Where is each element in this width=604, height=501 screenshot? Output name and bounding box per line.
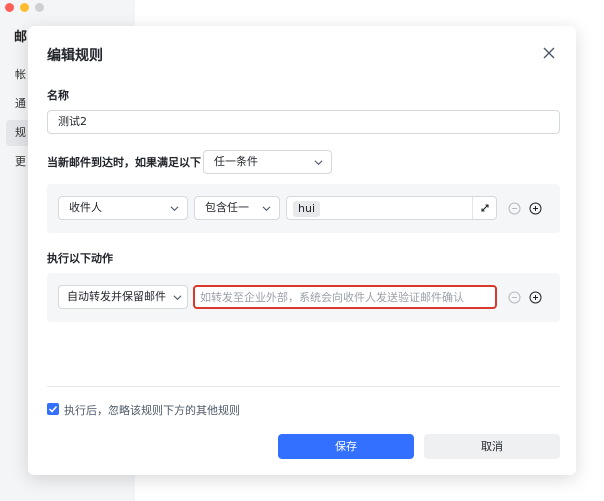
condition-field-select[interactable]: 收件人 bbox=[58, 196, 188, 220]
cancel-button[interactable]: 取消 bbox=[424, 434, 560, 459]
name-input[interactable]: 测试2 bbox=[47, 110, 560, 134]
chevron-down-icon bbox=[262, 206, 271, 212]
edit-rule-dialog: 编辑规则 名称 测试2 当新邮件到达时，如果满足以下 任一条件 收件人 包含任一 bbox=[28, 26, 576, 475]
plus-circle-icon bbox=[529, 291, 542, 304]
checkmark-icon bbox=[48, 405, 58, 413]
action-type-select[interactable]: 自动转发并保留邮件 bbox=[58, 285, 188, 309]
condition-operator-select[interactable]: 包含任一 bbox=[194, 196, 280, 220]
action-label: 执行以下动作 bbox=[47, 252, 113, 265]
condition-operator-value: 包含任一 bbox=[205, 201, 249, 214]
close-dialog-button[interactable] bbox=[542, 46, 556, 60]
chevron-down-icon bbox=[170, 206, 179, 212]
minimize-window-button[interactable] bbox=[20, 3, 29, 12]
add-condition-button[interactable] bbox=[529, 202, 542, 215]
close-window-button[interactable] bbox=[5, 3, 14, 12]
condition-mode-value: 任一条件 bbox=[214, 155, 258, 168]
condition-panel: 收件人 包含任一 hui bbox=[47, 184, 560, 233]
skip-rules-label[interactable]: 执行后，忽略该规则下方的其他规则 bbox=[64, 402, 240, 418]
close-icon bbox=[543, 47, 555, 59]
forward-address-input[interactable] bbox=[193, 285, 497, 309]
expand-icon bbox=[481, 204, 489, 212]
chevron-down-icon bbox=[314, 160, 323, 166]
skip-rules-checkbox[interactable] bbox=[47, 403, 59, 415]
save-button[interactable]: 保存 bbox=[278, 434, 414, 459]
footer-divider bbox=[47, 386, 560, 387]
minus-circle-icon bbox=[508, 291, 521, 304]
expand-button[interactable] bbox=[472, 197, 496, 219]
add-action-button[interactable] bbox=[529, 291, 542, 304]
condition-mode-select[interactable]: 任一条件 bbox=[203, 150, 332, 174]
name-label: 名称 bbox=[47, 89, 69, 102]
minus-circle-icon bbox=[508, 202, 521, 215]
action-panel: 自动转发并保留邮件 bbox=[47, 273, 560, 322]
action-type-value: 自动转发并保留邮件 bbox=[67, 290, 166, 303]
remove-action-button[interactable] bbox=[508, 291, 521, 304]
app-title: 邮 bbox=[14, 30, 28, 45]
dialog-title: 编辑规则 bbox=[47, 48, 103, 64]
condition-label: 当新邮件到达时，如果满足以下 bbox=[47, 156, 201, 169]
window-controls bbox=[5, 3, 44, 12]
condition-value-input[interactable]: hui bbox=[286, 196, 497, 220]
condition-value-tag[interactable]: hui bbox=[293, 201, 320, 217]
chevron-down-icon bbox=[173, 295, 182, 301]
zoom-window-button[interactable] bbox=[35, 3, 44, 12]
condition-field-value: 收件人 bbox=[69, 201, 102, 214]
remove-condition-button[interactable] bbox=[508, 202, 521, 215]
plus-circle-icon bbox=[529, 202, 542, 215]
